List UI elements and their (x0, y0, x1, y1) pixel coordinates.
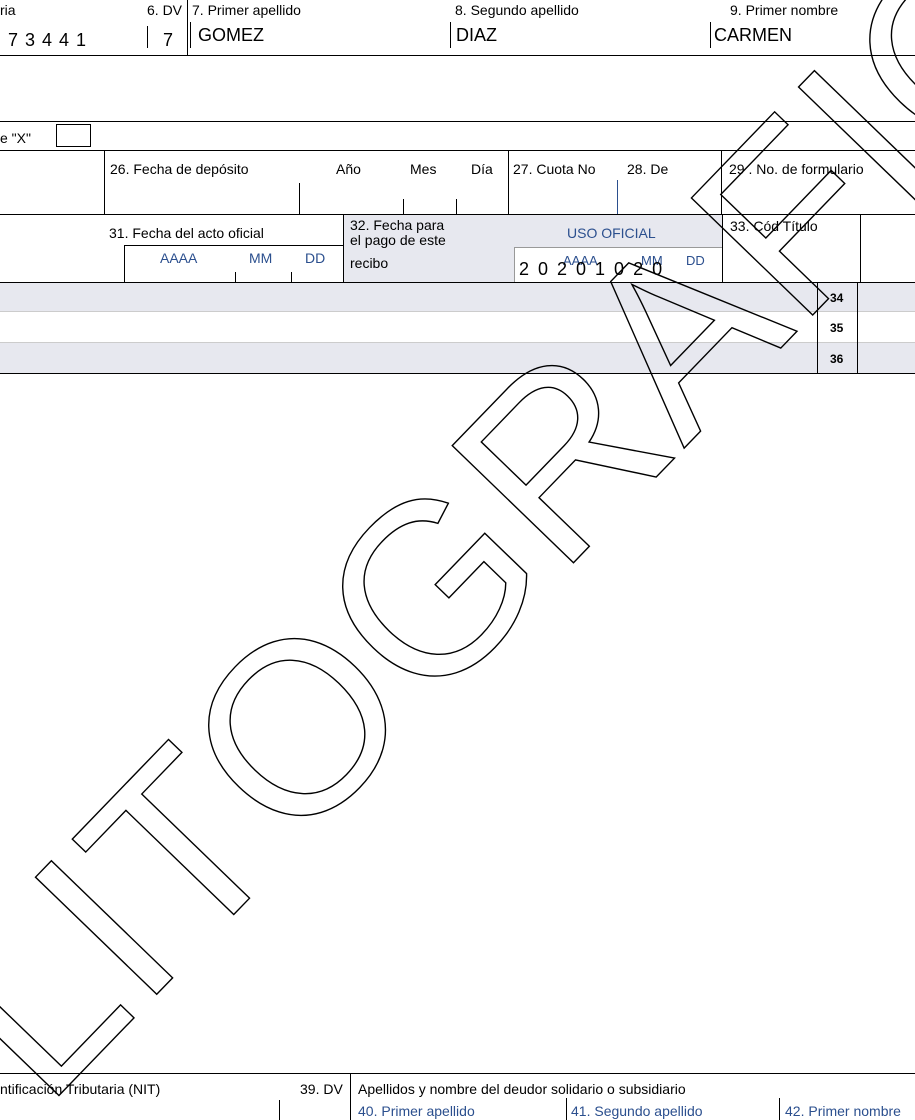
dv-footer-label: 39. DV (300, 1081, 343, 1097)
uso-dd: DD (686, 253, 705, 268)
marker-label: e "X" (0, 130, 31, 146)
nit-label-fragment: ria (0, 2, 16, 18)
fecha-pago-label-2: el pago de este (350, 232, 446, 248)
fecha-pago-label-3: recibo (350, 255, 389, 271)
primer-nombre-field[interactable]: CARMEN (714, 25, 792, 45)
row-36 (0, 343, 915, 373)
acto-dd: DD (305, 250, 326, 266)
de-label: 28. De (627, 161, 669, 177)
cod-titulo-label: 33. Cód Título (730, 218, 818, 234)
row-35-number: 35 (830, 321, 844, 335)
marker-checkbox[interactable] (56, 124, 91, 147)
fecha-acto-label: 31. Fecha del acto oficial (109, 225, 264, 241)
dv-field[interactable]: 7 (163, 30, 173, 50)
fecha-deposito-label: 26. Fecha de depósito (110, 161, 249, 177)
segundo-apellido-label: 8. Segundo apellido (455, 2, 579, 18)
nit-field[interactable]: 7 3 4 4 1 (8, 30, 87, 50)
row-36-number: 36 (830, 352, 844, 366)
dv-label: 6. DV (147, 2, 183, 18)
primer-apellido-field[interactable]: GOMEZ (198, 25, 264, 45)
deudor-label: Apellidos y nombre del deudor solidario … (358, 1081, 686, 1097)
acto-mm: MM (249, 250, 273, 266)
cuota-label: 27. Cuota No (513, 161, 596, 177)
fecha-pago-value: 2 0 2 0 1 0 2 0 (519, 259, 665, 279)
deudor-primer-nombre-label: 42. Primer nombre (785, 1103, 901, 1119)
deudor-primer-apellido-label: 40. Primer apellido (358, 1103, 475, 1119)
acto-aaaa: AAAA (160, 250, 198, 266)
anio-label: Año (336, 161, 361, 177)
fecha-pago-label-1: 32. Fecha para (350, 217, 445, 233)
primer-nombre-label: 9. Primer nombre (730, 2, 839, 18)
nit-footer-label: ntificación Tributaria (NIT) (0, 1081, 161, 1097)
segundo-apellido-field[interactable]: DIAZ (456, 25, 497, 45)
row-34 (0, 283, 915, 311)
formulario-label: 29 . No. de formulario (729, 161, 864, 177)
deudor-segundo-apellido-label: 41. Segundo apellido (571, 1103, 703, 1119)
row-34-number: 34 (830, 291, 844, 305)
uso-oficial-label: USO OFICIAL (567, 225, 656, 241)
mes-label: Mes (410, 161, 437, 177)
dia-label: Día (471, 161, 493, 177)
primer-apellido-label: 7. Primer apellido (192, 2, 301, 18)
